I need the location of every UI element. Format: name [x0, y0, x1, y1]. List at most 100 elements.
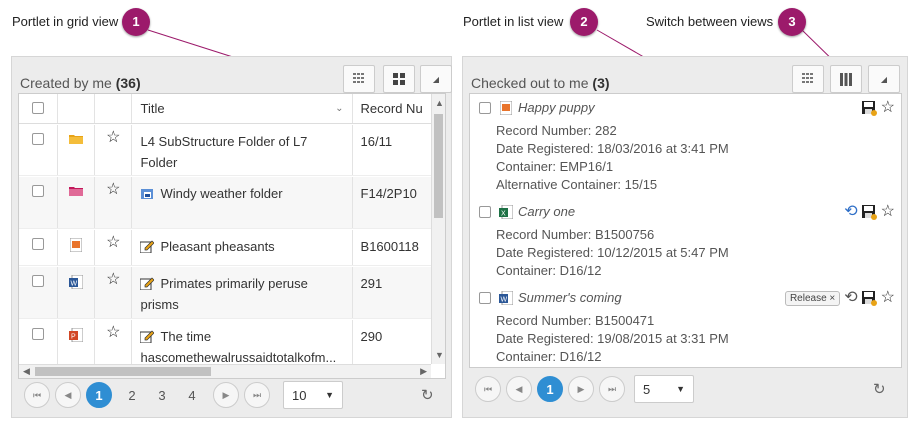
star-icon[interactable]: ☆	[106, 130, 120, 169]
row-checkbox[interactable]	[32, 133, 45, 145]
collapse-button[interactable]: ◢	[420, 65, 452, 93]
scroll-right-icon[interactable]: ▶	[420, 366, 427, 377]
row-title[interactable]: Windy weather folder	[132, 177, 353, 228]
star-icon[interactable]: ☆	[106, 182, 120, 222]
item-field: Container: D16/12	[496, 263, 602, 278]
list-item[interactable]: W Summer's coming Record Number: B150047…	[470, 284, 901, 367]
item-field: Record Number: B1500471	[496, 313, 655, 328]
workflow-icon[interactable]: ⟲	[844, 290, 857, 306]
scroll-down-icon[interactable]: ▼	[435, 350, 444, 360]
item-title[interactable]: Happy puppy	[518, 100, 595, 115]
item-title[interactable]: Carry one	[518, 204, 575, 219]
list-pager: ⏮ ◀ 1 ▶ ⏭ 5 ▼	[475, 375, 694, 403]
star-icon[interactable]: ☆	[106, 235, 120, 259]
row-title[interactable]: Primates primarily peruse prisms	[132, 267, 353, 318]
row-checkbox[interactable]	[32, 275, 45, 287]
svg-text:W: W	[501, 297, 508, 304]
vertical-scrollbar[interactable]: ▲ ▼	[431, 94, 445, 364]
folder-icon	[69, 187, 84, 196]
checkin-icon[interactable]	[861, 204, 877, 220]
table-row[interactable]: W ☆ Primates primarily peruse prisms 291	[19, 267, 431, 319]
item-title[interactable]: Summer's coming	[518, 290, 622, 305]
grid-icon	[393, 73, 405, 85]
next-page-button[interactable]: ▶	[568, 376, 594, 402]
last-page-button[interactable]: ⏭	[244, 382, 270, 408]
scroll-up-icon[interactable]: ▲	[435, 98, 444, 108]
first-page-button[interactable]: ⏮	[475, 376, 501, 402]
table-row[interactable]: ☆ Windy weather folder F14/2P10	[19, 177, 431, 229]
prev-page-button[interactable]: ◀	[55, 382, 81, 408]
row-checkbox[interactable]	[32, 238, 45, 250]
dot-grid-icon	[353, 73, 364, 83]
dot-grid-icon	[802, 73, 813, 83]
grid-body: Title ⌄ Record Nu ☆ L4 SubStructure Folde…	[18, 93, 446, 379]
checkin-icon[interactable]	[861, 100, 877, 116]
table-row[interactable]: ☆ Pleasant pheasants B1600118	[19, 230, 431, 266]
first-page-button[interactable]: ⏮	[24, 382, 50, 408]
star-icon[interactable]: ☆	[106, 325, 120, 364]
select-all-checkbox[interactable]	[32, 102, 45, 114]
horizontal-scrollbar[interactable]: ◀ ▶	[19, 364, 431, 378]
scroll-left-icon[interactable]: ◀	[23, 366, 30, 377]
table-row[interactable]: P ☆ The time hascomethewalrussaidtotalko…	[19, 320, 431, 364]
row-title[interactable]: L4 SubStructure Folder of L7 Folder	[132, 125, 353, 175]
row-checkbox[interactable]	[479, 292, 491, 304]
item-field: Record Number: 282	[496, 123, 617, 138]
list-view-button[interactable]	[343, 65, 375, 93]
row-checkbox[interactable]	[479, 206, 491, 218]
star-icon[interactable]: ☆	[106, 272, 120, 312]
row-checkbox[interactable]	[479, 102, 491, 114]
last-page-button[interactable]: ⏭	[599, 376, 625, 402]
workflow-icon[interactable]: ⟲	[844, 204, 857, 220]
horizontal-scroll-thumb[interactable]	[35, 367, 211, 376]
callout-label-grid: Portlet in grid view	[12, 14, 119, 29]
column-header-record[interactable]: Record Nu	[353, 94, 431, 123]
refresh-icon[interactable]: ↻	[873, 380, 886, 398]
star-icon[interactable]: ☆	[881, 100, 895, 116]
chevron-down-icon[interactable]: ⌄	[335, 98, 343, 117]
list-item[interactable]: X Carry one Record Number: B1500756 Date…	[470, 198, 901, 284]
grid-view-button[interactable]	[383, 65, 415, 93]
callout-badge-2: 2	[570, 8, 598, 36]
prev-page-button[interactable]: ◀	[506, 376, 532, 402]
collapse-button[interactable]: ◢	[868, 65, 900, 93]
item-field: Date Registered: 10/12/2015 at 5:47 PM	[496, 245, 729, 260]
svg-text:X: X	[501, 211, 506, 218]
star-icon[interactable]: ☆	[881, 204, 895, 220]
checkin-icon[interactable]	[861, 290, 877, 306]
item-field: Record Number: B1500756	[496, 227, 655, 242]
image-doc-icon	[70, 238, 83, 252]
table-row[interactable]: ☆ L4 SubStructure Folder of L7 Folder 16…	[19, 125, 431, 176]
page-4-button[interactable]: 4	[177, 388, 207, 403]
page-size-select[interactable]: 5 ▼	[634, 375, 694, 403]
refresh-icon[interactable]: ↻	[421, 386, 434, 404]
grid-header-row: Title ⌄ Record Nu	[19, 94, 431, 124]
caret-down-icon: ▼	[325, 390, 334, 400]
star-icon[interactable]: ☆	[881, 290, 895, 306]
release-tag[interactable]: Release ×	[784, 290, 841, 306]
page-3-button[interactable]: 3	[147, 388, 177, 403]
triangle-icon: ◢	[432, 74, 440, 84]
row-checkbox[interactable]	[32, 185, 45, 197]
image-doc-icon	[500, 101, 512, 115]
edit-icon	[139, 330, 155, 344]
portlet-title: Checked out to me (3)	[471, 75, 610, 91]
grid-table: Title ⌄ Record Nu ☆ L4 SubStructure Folde…	[19, 94, 431, 364]
next-page-button[interactable]: ▶	[213, 382, 239, 408]
grid-pager: ⏮ ◀ 1 2 3 4 ▶ ⏭ 10 ▼	[24, 381, 343, 409]
columns-view-button[interactable]	[830, 65, 862, 93]
row-checkbox[interactable]	[32, 328, 45, 340]
row-title[interactable]: Pleasant pheasants	[132, 230, 353, 265]
row-title[interactable]: The time hascomethewalrussaidtotalkofm..…	[132, 320, 353, 364]
column-header-title[interactable]: Title ⌄	[132, 94, 353, 123]
list-item[interactable]: Happy puppy Record Number: 282 Date Regi…	[470, 94, 901, 198]
caret-down-icon: ▼	[676, 384, 685, 394]
list-view-button[interactable]	[792, 65, 824, 93]
page-2-button[interactable]: 2	[117, 388, 147, 403]
page-1-button[interactable]: 1	[86, 382, 112, 408]
page-1-button[interactable]: 1	[537, 376, 563, 402]
vertical-scroll-thumb[interactable]	[434, 114, 443, 218]
portlet-header: Checked out to me (3) ◢	[469, 63, 901, 95]
svg-text:W: W	[71, 281, 78, 288]
page-size-select[interactable]: 10 ▼	[283, 381, 343, 409]
